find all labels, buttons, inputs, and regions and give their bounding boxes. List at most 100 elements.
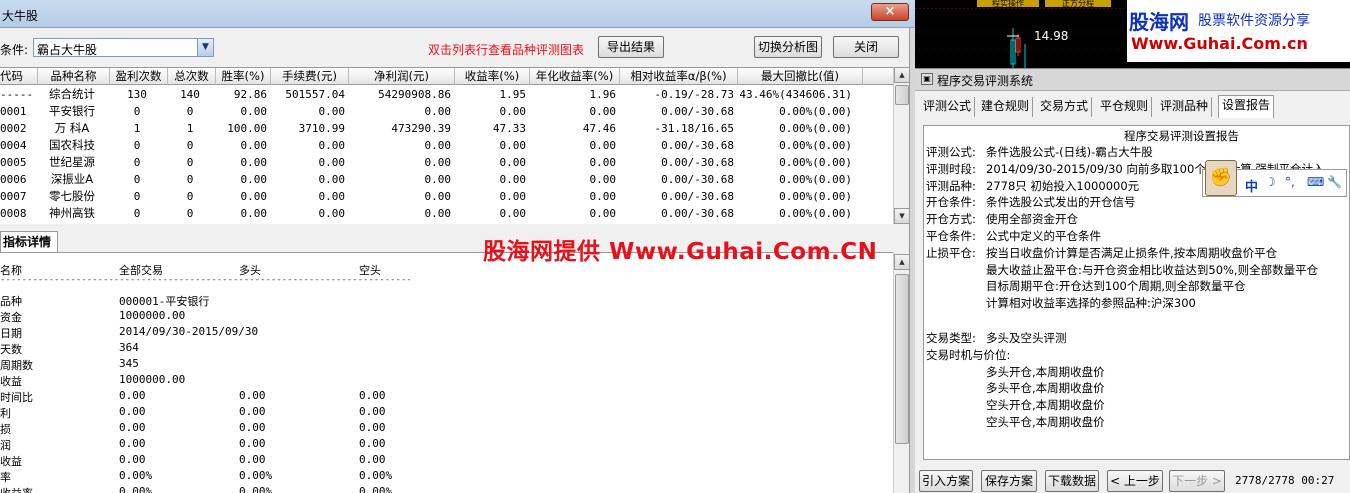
- table-cell: 零七股份: [49, 189, 95, 203]
- report-label: 开仓条件:: [926, 195, 976, 210]
- column-header[interactable]: 相对收益率α/β(%): [620, 68, 738, 85]
- chart-lines: [915, 8, 1127, 68]
- table-cell: 0.00: [240, 156, 268, 169]
- detail-cell: 品种: [0, 295, 22, 308]
- table-row[interactable]: 0005 世纪星源 0 0 0.00 0.00 0.00 0.00 0.00 0.00/-30.6…: [0, 154, 893, 171]
- detail-cell: 0.00: [239, 421, 266, 434]
- chart-tab[interactable]: 正方分程: [1045, 0, 1111, 7]
- condition-label: 条件:: [0, 43, 29, 57]
- table-cell: 0: [133, 207, 141, 220]
- report-label: 开仓方式:: [926, 212, 976, 227]
- prev-step-button[interactable]: < 上一步: [1107, 470, 1163, 492]
- table-cell: 0.00%(0.00): [779, 139, 852, 152]
- ime-toolbar[interactable]: ✊ 中 ☽ °, ⌨ 🔧: [1202, 160, 1347, 197]
- table-cell: -0.19/-28.73: [654, 88, 734, 101]
- table-row[interactable]: 0007 零七股份 0 0 0.00 0.00 0.00 0.00 0.00 0.00/-30.6…: [0, 188, 893, 205]
- tab-indicator-details[interactable]: 指标详情: [0, 231, 58, 252]
- table-cell: 0.00: [589, 139, 617, 152]
- report-text: 条件选股公式-(日线)-霸占大牛股: [986, 145, 1153, 159]
- close-icon[interactable]: ×: [871, 3, 909, 21]
- table-row[interactable]: ----- 综合统计 130 140 92.86 501557.04 54290908.86…: [0, 86, 893, 103]
- detail-cell: 0.00: [359, 437, 386, 450]
- scroll-up-icon[interactable]: ▲: [894, 254, 910, 270]
- tab-trade-mode[interactable]: 交易方式: [1037, 97, 1093, 117]
- column-header[interactable]: 盈利次数: [110, 68, 168, 85]
- detail-cell: 000001-平安银行: [119, 295, 210, 308]
- column-header[interactable]: 代码: [0, 68, 38, 85]
- table-row[interactable]: 0008 神州高铁 0 0 0.00 0.00 0.00 0.00 0.00 0.00/-30.6…: [0, 205, 893, 222]
- table-row[interactable]: 0006 深振业A 0 0 0.00 0.00 0.00 0.00 0.00 0.00/-30.6…: [0, 171, 893, 188]
- column-header[interactable]: 最大回撤比(值): [738, 68, 863, 85]
- table-cell: 0.00%(0.00): [779, 105, 852, 118]
- table-cell: 0.00: [424, 207, 452, 220]
- keyboard-icon[interactable]: ⌨: [1307, 175, 1324, 189]
- export-button[interactable]: 导出结果: [598, 36, 664, 58]
- table-cell: 0.00: [499, 173, 527, 186]
- column-header[interactable]: 收益率(%): [455, 68, 530, 85]
- detail-cell: 收益: [0, 375, 22, 388]
- detail-cell: 0.00%: [119, 485, 153, 493]
- tab-instruments[interactable]: 评测品种: [1157, 97, 1213, 117]
- chart-price-label: 14.98: [1034, 29, 1069, 43]
- table-cell: 0: [186, 190, 194, 203]
- chart-tab[interactable]: 程实操作: [977, 0, 1039, 7]
- table-scrollbar[interactable]: ▲ ▼: [893, 67, 910, 224]
- detail-scrollbar[interactable]: ▲: [893, 252, 910, 493]
- column-header[interactable]: 年化收益率(%): [530, 68, 620, 85]
- tab-open-rules[interactable]: 建仓规则: [978, 97, 1034, 117]
- table-cell: 0.00: [318, 207, 346, 220]
- settings-titlebar[interactable]: ▣ 程序交易评测系统: [915, 69, 1350, 91]
- switch-chart-button[interactable]: 切换分析图: [754, 36, 822, 58]
- table-cell: 0.00: [318, 156, 346, 169]
- condition-select[interactable]: 霸占大牛股 ▼: [33, 38, 214, 57]
- scroll-thumb[interactable]: [895, 85, 909, 105]
- table-cell: 0.00: [318, 173, 346, 186]
- download-data-button[interactable]: 下载数据: [1045, 470, 1099, 492]
- detail-cell: 2014/09/30-2015/09/30: [119, 325, 259, 338]
- table-cell: 0001: [0, 105, 27, 118]
- table-cell: 0.00: [589, 156, 617, 169]
- table-cell: 0.00: [589, 190, 617, 203]
- table-cell: 0: [186, 156, 194, 169]
- detail-cell: 0.00: [359, 405, 386, 418]
- scroll-down-icon[interactable]: ▼: [894, 208, 910, 224]
- table-cell: 473290.39: [391, 122, 451, 135]
- table-row[interactable]: 0004 国农科技 0 0 0.00 0.00 0.00 0.00 0.00 0.00/-30.6…: [0, 137, 893, 154]
- table-cell: 47.33: [492, 122, 526, 135]
- next-step-button[interactable]: 下一步 >: [1169, 470, 1225, 492]
- window-titlebar[interactable]: 大牛股 ×: [0, 0, 915, 28]
- table-row[interactable]: 0001 平安银行 0 0 0.00 0.00 0.00 0.00 0.00 0.00/-30.6…: [0, 103, 893, 120]
- import-scheme-button[interactable]: 引入方案: [919, 470, 973, 492]
- close-button[interactable]: 关闭: [833, 36, 899, 58]
- wrench-icon[interactable]: 🔧: [1327, 175, 1342, 189]
- progress-status: 2778/2778 00:27: [1235, 474, 1335, 487]
- table-cell: 0.00: [240, 105, 268, 118]
- tab-formula[interactable]: 评测公式: [920, 97, 976, 117]
- punctuation-icon[interactable]: °,: [1285, 175, 1295, 189]
- scroll-up-icon[interactable]: ▲: [894, 67, 910, 83]
- logo-sub: 股票软件资源分享: [1198, 13, 1310, 29]
- column-header[interactable]: 净利润(元): [349, 68, 455, 85]
- report-text: 按当日收盘价计算是否满足止损条件,按本周期收盘价平仓: [986, 245, 1278, 260]
- chevron-down-icon[interactable]: ▼: [197, 39, 213, 56]
- save-scheme-button[interactable]: 保存方案: [981, 470, 1037, 492]
- column-header[interactable]: 品种名称: [38, 68, 110, 85]
- table-cell: 0007: [0, 190, 27, 203]
- scroll-thumb[interactable]: [895, 274, 909, 444]
- detail-cell: 0.00%: [119, 469, 153, 482]
- table-cell: 0.00/-30.68: [661, 190, 734, 203]
- detail-cell: 资金: [0, 311, 22, 324]
- column-header[interactable]: 胜率(%): [216, 68, 271, 85]
- tab-settings-report[interactable]: 设置报告: [1218, 95, 1275, 118]
- detail-cell: 0.00: [359, 421, 386, 434]
- ime-mode[interactable]: 中: [1245, 176, 1258, 195]
- moon-icon[interactable]: ☽: [1265, 175, 1276, 189]
- table-cell: 0.00%(0.00): [779, 190, 852, 203]
- table-row[interactable]: 0002 万 科A 1 1 100.00 3710.99 473290.39 47.33 47.…: [0, 120, 893, 137]
- tab-close-rules[interactable]: 平仓规则: [1097, 97, 1153, 117]
- column-header[interactable]: 总次数: [168, 68, 216, 85]
- table-cell: 0006: [0, 173, 27, 186]
- table-cell: 0.00: [240, 190, 268, 203]
- column-header[interactable]: 手续费(元): [271, 68, 349, 85]
- detail-cell: 率: [0, 471, 11, 484]
